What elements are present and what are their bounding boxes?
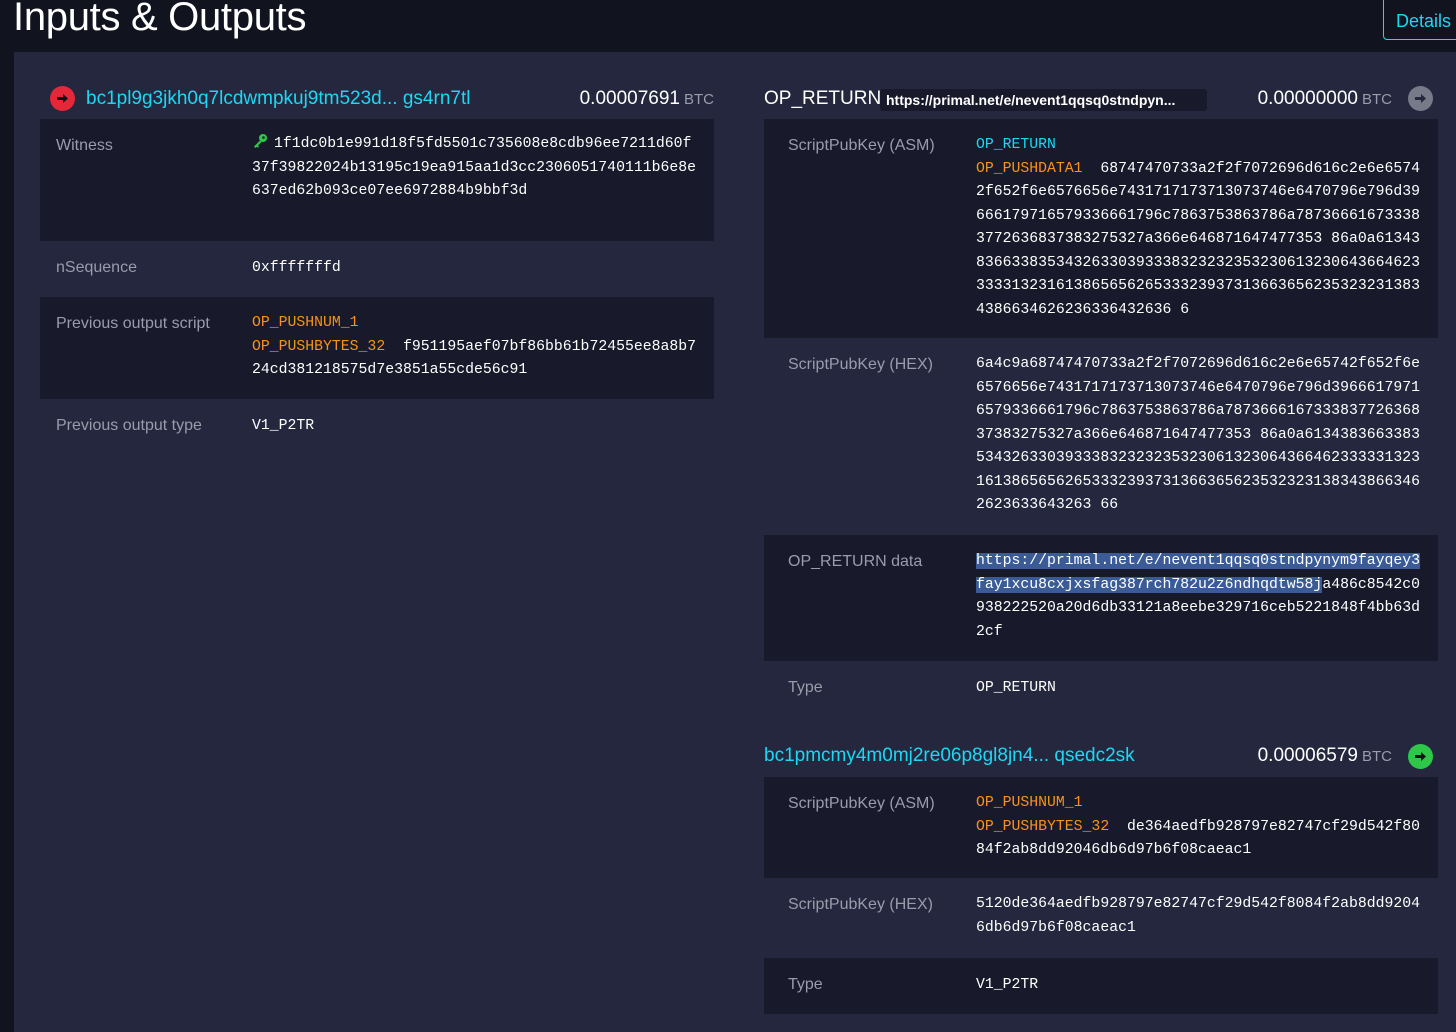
opcode-pushbytes-32: OP_PUSHBYTES_32 bbox=[252, 338, 386, 355]
op-return-data-row: OP_RETURN data https://primal.net/e/neve… bbox=[764, 535, 1438, 661]
witness-hex: 1f1dc0b1e991d18f5fd5501c735608e8cdb96ee7… bbox=[252, 136, 696, 199]
op-return-type-row: Type OP_RETURN bbox=[764, 661, 1438, 717]
op-return-hex-value: 6a4c9a68747470733a2f2f7072696d616c2e6e65… bbox=[976, 356, 1420, 513]
output-asm-label: ScriptPubKey (ASM) bbox=[788, 795, 935, 812]
previous-output-type-value: V1_P2TR bbox=[252, 418, 315, 434]
op-return-hex-row: ScriptPubKey (HEX) 6a4c9a68747470733a2f2… bbox=[764, 338, 1438, 535]
opcode-pushnum-1: OP_PUSHNUM_1 bbox=[252, 315, 359, 331]
op-return-type-label: Type bbox=[788, 679, 823, 696]
op-return-data-label: OP_RETURN data bbox=[788, 553, 923, 570]
output-hex-label: ScriptPubKey (HEX) bbox=[788, 896, 933, 913]
opcode-op-return: OP_RETURN bbox=[976, 137, 1056, 153]
output-type-row: Type V1_P2TR bbox=[764, 958, 1438, 1014]
witness-value: 1f1dc0b1e991d18f5fd5501c735608e8cdb96ee7… bbox=[252, 133, 697, 204]
opcode-pushdata1: OP_PUSHDATA1 bbox=[976, 160, 1083, 177]
details-button[interactable]: Details bbox=[1383, 0, 1456, 40]
output-asm-row: ScriptPubKey (ASM) OP_PUSHNUM_1 OP_PUSHB… bbox=[764, 777, 1438, 878]
input-address-link[interactable]: bc1pl9g3jkh0q7lcdwmpkuj9tm523d... gs4rn7… bbox=[86, 88, 470, 110]
output-hex-value: 5120de364aedfb928797e82747cf29d542f8084f… bbox=[976, 896, 1420, 936]
output-type-label: Type bbox=[788, 976, 823, 993]
output-amount-unit: BTC bbox=[1362, 748, 1392, 765]
input-amount-unit: BTC bbox=[684, 91, 714, 108]
input-amount: 0.00007691 BTC bbox=[520, 88, 714, 110]
witness-label: Witness bbox=[56, 137, 113, 154]
nsequence-row: nSequence 0xfffffffd bbox=[40, 241, 714, 297]
previous-output-script-row: Previous output script OP_PUSHNUM_1 OP_P… bbox=[40, 297, 714, 399]
output-amount: 0.00006579 BTC bbox=[1200, 745, 1392, 767]
op-return-amount-value: 0.00000000 bbox=[1257, 88, 1358, 109]
output-asm-value: OP_PUSHNUM_1 OP_PUSHBYTES_32 de364aedfb9… bbox=[976, 792, 1421, 863]
arrow-right-green-circle-icon[interactable] bbox=[1408, 744, 1433, 769]
op-return-type-value: OP_RETURN bbox=[976, 680, 1056, 696]
previous-output-type-label: Previous output type bbox=[56, 417, 202, 434]
op-return-header-label: OP_RETURN bbox=[764, 88, 882, 109]
key-icon bbox=[254, 134, 267, 148]
op-return-url-chip: https://primal.net/e/nevent1qqsq0stndpyn… bbox=[880, 89, 1207, 111]
opcode-pushbytes-32: OP_PUSHBYTES_32 bbox=[976, 818, 1110, 835]
op-return-data-value: https://primal.net/e/nevent1qqsq0stndpyn… bbox=[976, 550, 1421, 644]
op-return-amount: 0.00000000 BTC bbox=[1200, 88, 1392, 110]
arrow-right-grey-circle-icon bbox=[1408, 86, 1433, 111]
top-bar: Inputs & Outputs Details bbox=[0, 0, 1456, 52]
previous-output-script-label: Previous output script bbox=[56, 315, 210, 332]
output-type-value: V1_P2TR bbox=[976, 977, 1039, 993]
asm-data: 68747470733a2f2f7072696d616c2e6e65742f65… bbox=[976, 160, 1420, 318]
output-address-link[interactable]: bc1pmcmy4m0mj2re06p8gl8jn4... qsedc2sk bbox=[764, 745, 1135, 767]
op-return-hex-label: ScriptPubKey (HEX) bbox=[788, 356, 933, 373]
op-return-asm-row: ScriptPubKey (ASM) OP_RETURN OP_PUSHDATA… bbox=[764, 119, 1438, 338]
op-return-asm-value: OP_RETURN OP_PUSHDATA1 68747470733a2f2f7… bbox=[976, 134, 1421, 322]
nsequence-label: nSequence bbox=[56, 259, 137, 276]
op-return-amount-unit: BTC bbox=[1362, 91, 1392, 108]
previous-output-type-row: Previous output type V1_P2TR bbox=[40, 399, 714, 455]
output-hex-row: ScriptPubKey (HEX) 5120de364aedfb928797e… bbox=[764, 878, 1438, 958]
nsequence-value: 0xfffffffd bbox=[252, 260, 341, 276]
opcode-pushnum-1: OP_PUSHNUM_1 bbox=[976, 795, 1083, 811]
input-amount-value: 0.00007691 bbox=[579, 88, 680, 109]
previous-output-script-value: OP_PUSHNUM_1 OP_PUSHBYTES_32 f951195aef0… bbox=[252, 312, 697, 383]
arrow-right-red-circle-icon[interactable] bbox=[50, 86, 75, 111]
op-return-asm-label: ScriptPubKey (ASM) bbox=[788, 137, 935, 154]
witness-row: Witness 1f1dc0b1e991d18f5fd5501c735608e8… bbox=[40, 119, 714, 241]
page-title: Inputs & Outputs bbox=[13, 0, 307, 39]
output-amount-value: 0.00006579 bbox=[1257, 745, 1358, 766]
